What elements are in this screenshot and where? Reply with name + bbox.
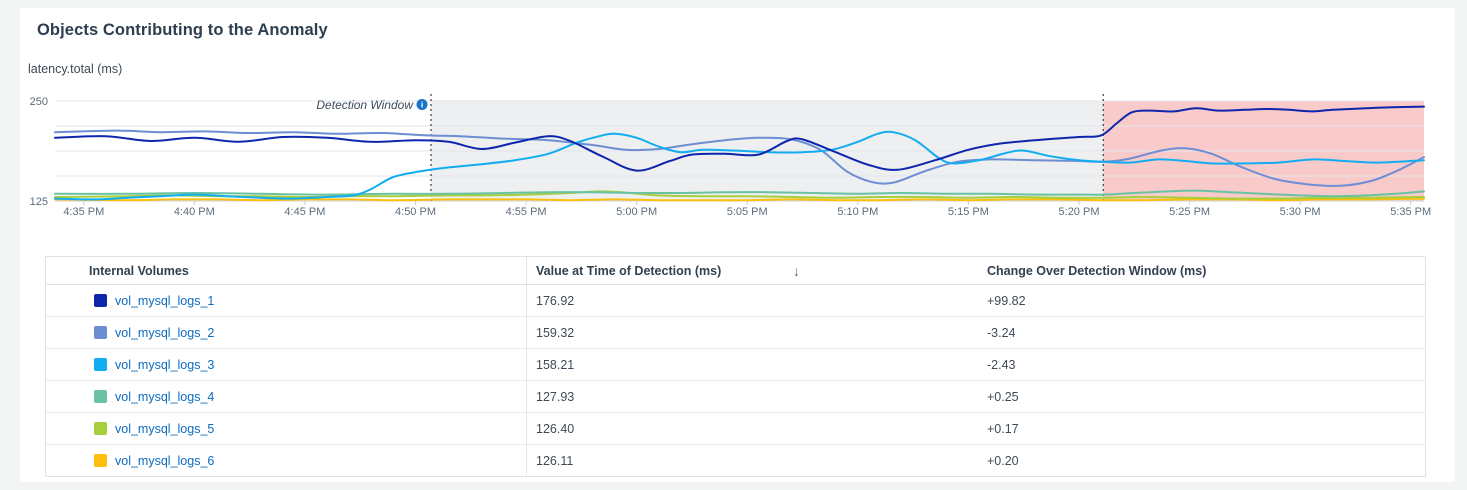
x-tick-label: 5:10 PM (837, 206, 878, 218)
change-over-window-cell: +99.82 (979, 285, 1425, 316)
change-over-window-cell: +0.20 (979, 445, 1425, 476)
y-axis-min-label: 125 (30, 196, 48, 208)
table-row: vol_mysql_logs_6 126.11+0.20 (46, 444, 1425, 476)
sort-descending-icon[interactable]: ↓ (793, 263, 800, 279)
series-color-swatch (94, 358, 107, 371)
x-tick-label: 4:50 PM (395, 206, 436, 218)
svg-text:i: i (421, 100, 423, 110)
x-tick-label: 4:55 PM (506, 206, 547, 218)
value-at-detection-cell: 159.32 (527, 317, 979, 348)
x-tick-label: 5:25 PM (1169, 206, 1210, 218)
contributing-objects-table: Internal Volumes Value at Time of Detect… (45, 256, 1426, 477)
change-over-window-cell: +0.17 (979, 413, 1425, 444)
info-icon[interactable]: i (417, 99, 428, 110)
anomaly-panel-page: { "title": "Objects Contributing to the … (0, 0, 1467, 490)
table-row: vol_mysql_logs_1 176.92+99.82 (46, 285, 1425, 316)
change-over-window-cell: -3.24 (979, 317, 1425, 348)
value-at-detection-cell: 176.92 (527, 285, 979, 316)
table-row: vol_mysql_logs_3 158.21-2.43 (46, 348, 1425, 380)
latency-chart: 250 125 4:35 PM 4:40 PM 4:45 PM 4:50 PM 4:55 P… (20, 88, 1455, 224)
table-body: vol_mysql_logs_1176.92+99.82vol_mysql_lo… (46, 285, 1425, 476)
x-tick-label: 5:20 PM (1059, 206, 1100, 218)
series-color-swatch (94, 326, 107, 339)
x-tick-label: 5:35 PM (1390, 206, 1431, 218)
change-over-window-cell: +0.25 (979, 381, 1425, 412)
volume-link[interactable]: vol_mysql_logs_5 (115, 422, 214, 436)
change-over-window-cell: -2.43 (979, 349, 1425, 380)
volume-link[interactable]: vol_mysql_logs_6 (115, 454, 214, 468)
value-at-detection-cell: 127.93 (527, 381, 979, 412)
page-title: Objects Contributing to the Anomaly (37, 21, 328, 40)
y-axis-max-label: 250 (30, 96, 48, 108)
y-axis-title: latency.total (ms) (28, 62, 122, 76)
column-header-internal-volumes[interactable]: Internal Volumes (46, 257, 527, 284)
value-at-detection-cell: 126.11 (527, 445, 979, 476)
volume-cell: vol_mysql_logs_6 (46, 445, 527, 476)
volume-cell: vol_mysql_logs_5 (46, 413, 527, 444)
x-tick-label: 5:05 PM (727, 206, 768, 218)
series-color-swatch (94, 294, 107, 307)
detection-window-label: Detection Window (316, 98, 414, 112)
volume-cell: vol_mysql_logs_1 (46, 285, 527, 316)
table-row: vol_mysql_logs_2 159.32-3.24 (46, 316, 1425, 348)
volume-link[interactable]: vol_mysql_logs_3 (115, 358, 214, 372)
volume-cell: vol_mysql_logs_3 (46, 349, 527, 380)
series-color-swatch (94, 454, 107, 467)
x-tick-label: 5:30 PM (1280, 206, 1321, 218)
volume-link[interactable]: vol_mysql_logs_2 (115, 326, 214, 340)
x-tick-label: 4:40 PM (174, 206, 215, 218)
column-header-change-over-window[interactable]: Change Over Detection Window (ms) (979, 257, 1425, 284)
volume-cell: vol_mysql_logs_4 (46, 381, 527, 412)
value-at-detection-cell: 126.40 (527, 413, 979, 444)
volume-cell: vol_mysql_logs_2 (46, 317, 527, 348)
anomaly-card: Objects Contributing to the Anomaly late… (20, 8, 1455, 482)
table-header-row: Internal Volumes Value at Time of Detect… (46, 257, 1425, 285)
x-tick-label: 4:35 PM (63, 206, 104, 218)
series-color-swatch (94, 422, 107, 435)
value-at-detection-cell: 158.21 (527, 349, 979, 380)
x-tick-label: 5:00 PM (616, 206, 657, 218)
column-header-value-at-detection[interactable]: Value at Time of Detection (ms) ↓ (527, 257, 979, 284)
table-row: vol_mysql_logs_5 126.40+0.17 (46, 412, 1425, 444)
x-tick-label: 4:45 PM (284, 206, 325, 218)
x-tick-label: 5:15 PM (948, 206, 989, 218)
table-row: vol_mysql_logs_4 127.93+0.25 (46, 380, 1425, 412)
volume-link[interactable]: vol_mysql_logs_1 (115, 294, 214, 308)
series-color-swatch (94, 390, 107, 403)
volume-link[interactable]: vol_mysql_logs_4 (115, 390, 214, 404)
